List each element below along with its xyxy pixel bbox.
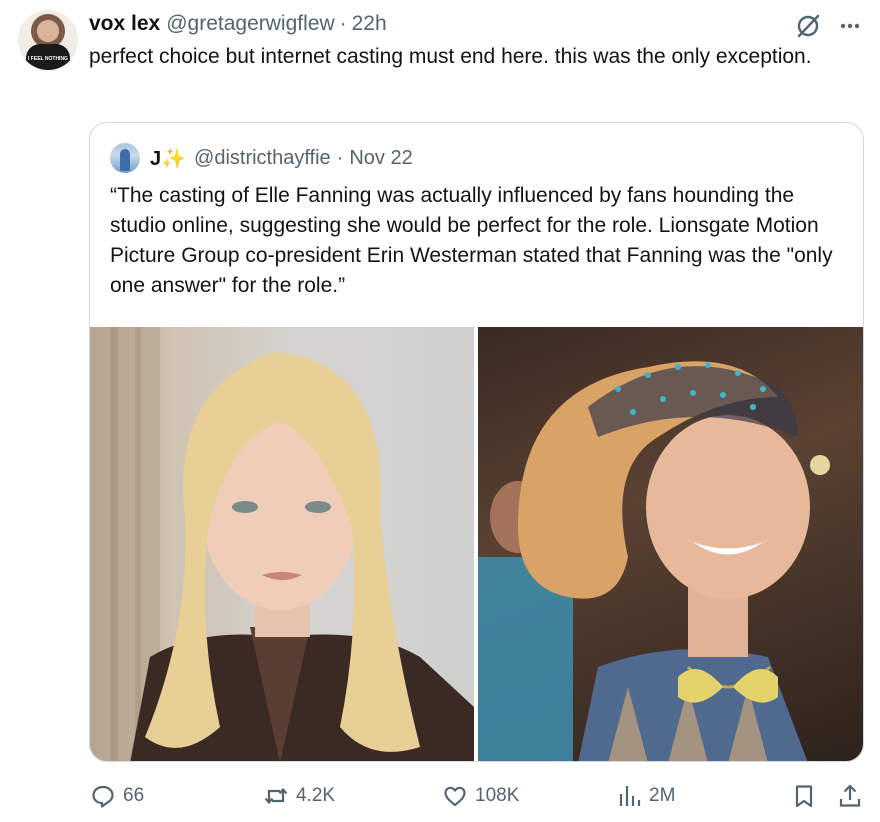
repost-icon <box>264 787 288 805</box>
reply-button[interactable]: 66 <box>89 778 144 814</box>
bookmark-icon <box>795 785 813 808</box>
quote-author-name[interactable]: J✨ <box>150 146 186 171</box>
quote-author-avatar[interactable] <box>110 143 140 173</box>
views-icon <box>619 786 641 806</box>
avatar-figure <box>120 149 130 171</box>
share-button[interactable] <box>836 778 864 814</box>
action-bar: 66 4.2K 108K 2M <box>0 778 880 814</box>
views-count: 2M <box>649 785 676 806</box>
quote-text: “The casting of Elle Fanning was actuall… <box>110 184 833 297</box>
repost-count: 4.2K <box>296 785 336 806</box>
like-count: 108K <box>475 785 520 806</box>
more-icon[interactable] <box>836 12 864 40</box>
separator-dot: · <box>339 12 347 35</box>
views-button[interactable]: 2M <box>615 778 675 814</box>
separator-dot: · <box>336 146 344 169</box>
tweet-header: vox lex @gretagerwigflew · 22h <box>89 10 387 38</box>
tweet-text: perfect choice but internet casting must… <box>89 45 812 68</box>
heart-icon <box>444 786 466 807</box>
quote-author-handle[interactable]: @districthayffie <box>194 147 331 170</box>
portrait-illustration <box>90 327 474 761</box>
bookmark-button[interactable] <box>790 778 818 814</box>
author-handle[interactable]: @gretagerwigflew <box>166 12 334 36</box>
reply-count: 66 <box>123 785 145 806</box>
avatar-shirt-text: I FEEL NOTHING <box>28 56 68 62</box>
quote-image-portrait[interactable] <box>90 327 474 761</box>
quote-image-film-still[interactable] <box>478 327 863 761</box>
share-icon <box>839 784 861 807</box>
reply-icon <box>92 785 114 808</box>
quote-header: J✨ @districthayffie · Nov 22 <box>150 143 413 173</box>
quoted-tweet[interactable]: J✨ @districthayffie · Nov 22 “The castin… <box>89 122 864 762</box>
author-name[interactable]: vox lex <box>89 12 160 36</box>
quote-date[interactable]: Nov 22 <box>349 147 412 170</box>
film-still-illustration <box>478 361 830 761</box>
like-button[interactable]: 108K <box>441 778 519 814</box>
author-avatar[interactable]: I FEEL NOTHING <box>18 10 78 70</box>
repost-button[interactable]: 4.2K <box>262 778 335 814</box>
grok-icon[interactable] <box>794 12 822 40</box>
tweet-time[interactable]: 22h <box>352 12 387 36</box>
